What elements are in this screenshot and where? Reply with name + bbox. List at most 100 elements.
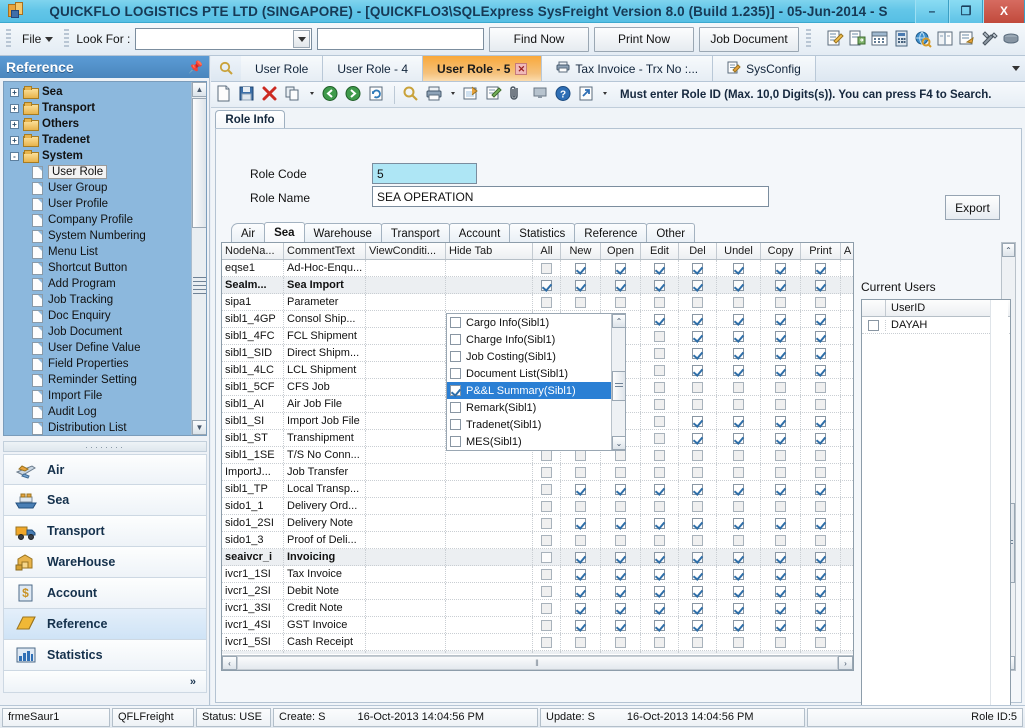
grid-checkbox-edit[interactable] [641, 566, 679, 582]
checkbox[interactable] [654, 398, 665, 410]
grid-checkbox-copy[interactable] [761, 532, 801, 548]
export-record-icon[interactable] [848, 30, 867, 48]
checkbox[interactable] [575, 500, 586, 512]
grid-checkbox-del[interactable] [679, 651, 717, 654]
grid-checkbox-edit[interactable] [641, 260, 679, 276]
grid-checkbox-print[interactable] [801, 447, 841, 463]
grid-checkbox-copy[interactable] [761, 651, 801, 654]
checkbox[interactable] [692, 619, 703, 631]
checkbox[interactable] [815, 602, 826, 614]
grid-checkbox-new[interactable] [561, 532, 601, 548]
open-folder-icon[interactable] [462, 85, 482, 104]
checkbox[interactable] [654, 619, 665, 631]
grid-checkbox-copy[interactable] [761, 566, 801, 582]
checkbox[interactable] [775, 296, 786, 308]
grid-checkbox-undel[interactable] [717, 311, 761, 327]
checkbox[interactable] [654, 483, 665, 495]
grid-checkbox-a[interactable] [841, 549, 853, 565]
delete-icon[interactable] [261, 85, 281, 104]
help-icon[interactable]: ? [554, 85, 574, 104]
checkbox[interactable] [541, 466, 552, 478]
checkbox[interactable] [615, 602, 626, 614]
grid-checkbox-del[interactable] [679, 498, 717, 514]
grid-col-viewconditi-[interactable]: ViewConditi... [366, 243, 446, 259]
grid-checkbox-print[interactable] [801, 464, 841, 480]
grid-checkbox-edit[interactable] [641, 430, 679, 446]
grid-checkbox-del[interactable] [679, 600, 717, 616]
grid-col-undel[interactable]: Undel [717, 243, 761, 259]
find-now-button[interactable]: Find Now [489, 26, 589, 52]
tree-scroll-thumb[interactable] [192, 98, 206, 228]
grid-checkbox-open[interactable] [601, 294, 641, 310]
restore-button[interactable]: ❐ [949, 0, 983, 23]
checkbox[interactable] [575, 653, 586, 654]
grid-checkbox-del[interactable] [679, 362, 717, 378]
doc-tab-4[interactable]: SysConfig [713, 56, 816, 81]
checkbox[interactable] [541, 500, 552, 512]
grid-checkbox-copy[interactable] [761, 634, 801, 650]
grid-checkbox-open[interactable] [601, 549, 641, 565]
forward-icon[interactable] [344, 85, 364, 104]
grid-checkbox-print[interactable] [801, 345, 841, 361]
expand-icon[interactable]: + [10, 87, 19, 97]
tree-item-doc-enquiry[interactable]: Doc Enquiry [4, 308, 192, 324]
grid-checkbox-copy[interactable] [761, 345, 801, 361]
grid-checkbox-del[interactable] [679, 634, 717, 650]
grid-checkbox-a[interactable] [841, 447, 853, 463]
grid-checkbox-undel[interactable] [717, 634, 761, 650]
checkbox[interactable] [733, 517, 744, 529]
checkbox[interactable] [692, 347, 703, 359]
checkbox[interactable] [654, 279, 665, 291]
current-user-row[interactable]: DAYAH [862, 317, 1010, 334]
checkbox[interactable] [775, 330, 786, 342]
sidebar-more-button[interactable]: » [3, 671, 207, 693]
checkbox[interactable] [815, 313, 826, 325]
calculator-icon[interactable] [892, 30, 911, 48]
checkbox[interactable] [815, 415, 826, 427]
checkbox[interactable] [815, 517, 826, 529]
grid-checkbox-edit[interactable] [641, 379, 679, 395]
checkbox[interactable] [775, 347, 786, 359]
grid-checkbox-new[interactable] [561, 277, 601, 293]
grid-checkbox-del[interactable] [679, 515, 717, 531]
grid-checkbox-del[interactable] [679, 583, 717, 599]
popup-list-item[interactable]: Document List(Sibl1) [447, 365, 625, 382]
checkbox[interactable] [815, 466, 826, 478]
grid-checkbox-del[interactable] [679, 328, 717, 344]
grid-checkbox-print[interactable] [801, 430, 841, 446]
grid-checkbox-copy[interactable] [761, 515, 801, 531]
tree-item-distribution-list[interactable]: Distribution List [4, 420, 192, 435]
checkbox[interactable] [541, 568, 552, 580]
doc-tab-1[interactable]: User Role - 4 [323, 56, 424, 81]
module-tab-transport[interactable]: Transport [380, 223, 450, 243]
grid-checkbox-edit[interactable] [641, 651, 679, 654]
grid-checkbox-all[interactable] [533, 617, 561, 633]
checkbox[interactable] [775, 432, 786, 444]
checkbox[interactable] [654, 534, 665, 546]
print-now-button[interactable]: Print Now [594, 26, 694, 52]
checkbox[interactable] [692, 296, 703, 308]
grid-checkbox-open[interactable] [601, 532, 641, 548]
tree-item-menu-list[interactable]: Menu List [4, 244, 192, 260]
checkbox[interactable] [815, 619, 826, 631]
checkbox[interactable] [775, 568, 786, 580]
tree-item-job-document[interactable]: Job Document [4, 324, 192, 340]
grid-checkbox-edit[interactable] [641, 277, 679, 293]
table-row[interactable]: seaivcr_i Invoicing [222, 549, 853, 566]
checkbox[interactable] [615, 466, 626, 478]
checkbox[interactable] [815, 279, 826, 291]
grid-checkbox-edit[interactable] [641, 549, 679, 565]
grid-checkbox-a[interactable] [841, 651, 853, 654]
grid-checkbox-print[interactable] [801, 277, 841, 293]
grid-checkbox-copy[interactable] [761, 617, 801, 633]
grid-checkbox-print[interactable] [801, 498, 841, 514]
popup-scrollbar[interactable]: ⌃ ⌄ [611, 314, 626, 450]
checkbox[interactable] [775, 466, 786, 478]
grid-checkbox-undel[interactable] [717, 583, 761, 599]
module-tab-sea[interactable]: Sea [264, 222, 305, 243]
tree-item-transport[interactable]: + Transport [4, 100, 192, 116]
checkbox[interactable] [575, 517, 586, 529]
checkbox[interactable] [775, 534, 786, 546]
checkbox[interactable] [654, 466, 665, 478]
checkbox[interactable] [541, 636, 552, 648]
